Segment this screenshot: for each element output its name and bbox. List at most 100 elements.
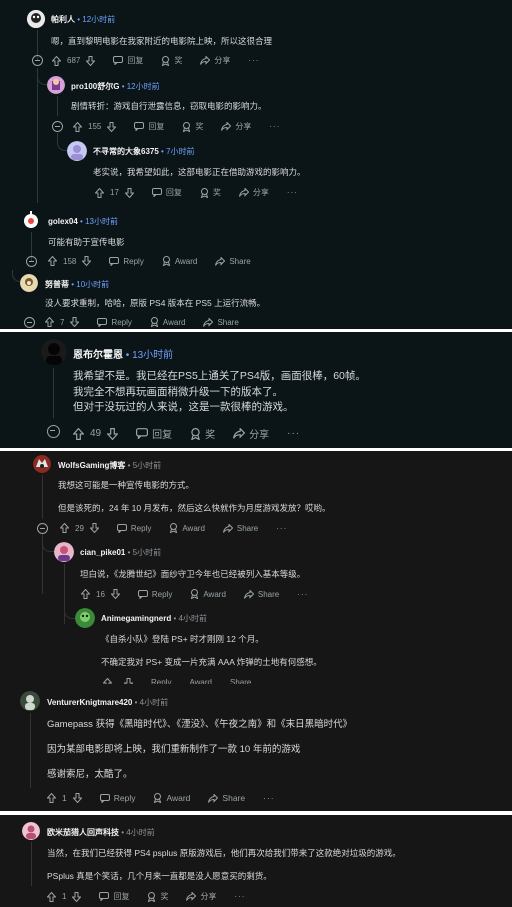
share-button[interactable]: Share <box>215 256 251 266</box>
comment-author[interactable]: pro100舒尔G • 12小时前 <box>71 81 160 92</box>
comment-author[interactable]: golex04 • 13小时前 <box>48 216 118 227</box>
avatar[interactable] <box>47 76 65 94</box>
reply-button[interactable]: 回复 <box>151 187 182 198</box>
upvote-icon[interactable] <box>45 317 54 327</box>
share-icon <box>208 793 219 803</box>
downvote-icon[interactable] <box>89 523 99 533</box>
upvote-icon[interactable] <box>48 256 57 266</box>
collapse-button[interactable] <box>26 256 37 267</box>
downvote-icon[interactable] <box>86 55 96 66</box>
downvote-icon[interactable] <box>107 121 117 132</box>
avatar[interactable] <box>27 10 45 28</box>
more-options-button[interactable]: ··· <box>297 590 308 599</box>
downvote-icon[interactable] <box>72 891 82 902</box>
downvote-icon[interactable] <box>70 317 80 327</box>
reply-button[interactable]: 回复 <box>113 55 143 66</box>
award-button[interactable]: 奖 <box>182 121 203 132</box>
reply-button[interactable]: Reply <box>116 523 151 533</box>
comment-author[interactable]: Animegamingnerd • 4小时前 <box>101 613 207 624</box>
comment-author[interactable]: WolfsGaming博客 • 5小时前 <box>58 460 161 471</box>
downvote-icon[interactable] <box>124 678 133 684</box>
more-options-button[interactable]: ··· <box>263 793 275 803</box>
more-options-button[interactable]: ··· <box>269 122 280 131</box>
reply-button[interactable]: Reply <box>99 793 135 803</box>
upvote-icon[interactable] <box>73 427 84 440</box>
reply-button[interactable]: Reply <box>109 256 144 266</box>
downvote-icon[interactable] <box>82 256 92 266</box>
share-button[interactable]: Share <box>222 523 258 533</box>
downvote-icon[interactable] <box>72 793 82 803</box>
award-icon <box>162 55 170 66</box>
share-button[interactable]: Share <box>243 589 279 599</box>
share-button[interactable]: 分享 <box>186 891 216 902</box>
upvote-icon[interactable] <box>95 187 104 198</box>
award-button[interactable]: Award <box>153 793 190 803</box>
upvote-icon[interactable] <box>73 121 82 132</box>
reply-button[interactable]: Reply <box>97 317 132 327</box>
upvote-icon[interactable] <box>103 678 112 684</box>
award-button[interactable]: Award <box>162 256 197 266</box>
avatar[interactable] <box>75 608 95 628</box>
downvote-icon[interactable] <box>110 589 120 599</box>
award-button[interactable]: Award <box>189 678 212 684</box>
award-button[interactable]: 奖 <box>147 891 168 902</box>
collapse-button[interactable] <box>52 121 63 132</box>
comment-author[interactable]: 帕利人 • 12小时前 <box>51 14 115 25</box>
upvote-icon[interactable] <box>60 523 69 533</box>
avatar[interactable] <box>20 691 40 711</box>
award-button[interactable]: 奖 <box>161 55 182 66</box>
collapse-button[interactable] <box>47 425 60 438</box>
avatar[interactable] <box>21 210 41 230</box>
award-button[interactable]: Award <box>150 317 185 327</box>
award-button[interactable]: Award <box>190 589 226 599</box>
award-button[interactable]: 奖 <box>190 426 215 441</box>
avatar[interactable] <box>67 141 87 161</box>
comment-actions: 158 Reply Award Share <box>48 256 269 266</box>
thread-panel-4: 欧米茄猎人回声科技 • 4小时前 当然，在我们已经获得 PS4 psplus 原… <box>0 815 512 907</box>
share-button[interactable]: Share <box>230 678 251 684</box>
comment-author[interactable]: 欧米茄猎人回声科技 • 4小时前 <box>47 827 155 838</box>
award-button[interactable]: Award <box>169 523 205 533</box>
more-options-button[interactable]: ··· <box>248 56 259 65</box>
avatar[interactable] <box>20 274 38 292</box>
award-button[interactable]: 奖 <box>200 187 221 198</box>
downvote-icon[interactable] <box>124 187 134 198</box>
share-button[interactable]: Share <box>203 317 239 327</box>
more-options-button[interactable]: ··· <box>287 188 298 197</box>
upvote-icon[interactable] <box>52 55 61 66</box>
comment-author[interactable]: cian_pike01 • 5小时前 <box>80 547 161 558</box>
reply-button[interactable]: 回复 <box>136 426 172 441</box>
reply-button[interactable]: Reply <box>137 589 172 599</box>
comment-author[interactable]: 恩布尔霍恩 • 13小时前 <box>73 346 173 361</box>
share-button[interactable]: 分享 <box>233 426 269 441</box>
upvote-icon[interactable] <box>47 891 56 902</box>
reply-button[interactable]: 回复 <box>99 891 129 902</box>
more-options-button[interactable]: ··· <box>276 524 287 533</box>
avatar[interactable] <box>54 542 74 562</box>
avatar[interactable] <box>33 455 51 473</box>
share-button[interactable]: Share <box>208 793 245 803</box>
more-options-button[interactable]: ··· <box>287 428 300 439</box>
comment-author[interactable]: 不寻常的大象6375 • 7小时前 <box>93 146 195 157</box>
upvote-icon[interactable] <box>81 589 90 599</box>
collapse-button[interactable] <box>37 523 48 534</box>
comment-body: 可能有助于宣传电影 <box>48 237 125 247</box>
avatar[interactable] <box>22 822 40 840</box>
thread-line <box>53 368 54 418</box>
comment-author[interactable]: VenturerKnigtmare420 • 4小时前 <box>47 697 168 708</box>
collapse-button[interactable] <box>32 55 43 66</box>
award-icon <box>191 427 201 440</box>
share-button[interactable]: 分享 <box>221 121 251 132</box>
collapse-button[interactable] <box>24 317 35 328</box>
reply-button[interactable]: Reply <box>151 678 171 684</box>
share-button[interactable]: 分享 <box>238 187 269 198</box>
more-options-button[interactable]: ··· <box>234 892 245 901</box>
downvote-icon[interactable] <box>107 427 119 440</box>
share-icon <box>215 256 226 266</box>
vote-count: 49 <box>90 428 102 439</box>
reply-button[interactable]: 回复 <box>134 121 164 132</box>
comment-author[interactable]: 努普蒂 • 10小时前 <box>45 279 109 290</box>
share-button[interactable]: 分享 <box>200 55 230 66</box>
upvote-icon[interactable] <box>47 793 56 803</box>
avatar[interactable] <box>41 339 67 365</box>
